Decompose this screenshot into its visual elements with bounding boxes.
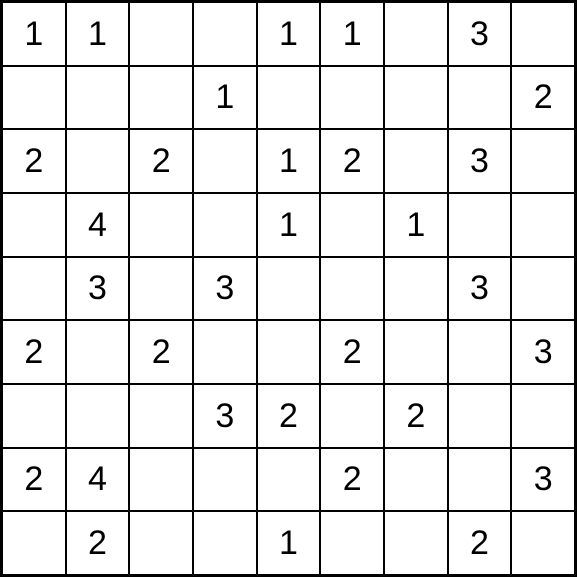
cell-r1-c0[interactable] — [2, 66, 66, 130]
cell-r3-c5[interactable] — [320, 193, 384, 257]
cell-r4-c1[interactable]: 3 — [66, 257, 130, 321]
cell-r8-c1[interactable]: 2 — [66, 511, 130, 575]
puzzle-grid: 1 1 1 1 3 1 2 2 2 1 2 3 4 1 1 3 3 3 2 2 … — [0, 0, 577, 577]
cell-r1-c1[interactable] — [66, 66, 130, 130]
cell-r2-c2[interactable]: 2 — [129, 129, 193, 193]
cell-r4-c0[interactable] — [2, 257, 66, 321]
cell-r0-c8[interactable] — [511, 2, 575, 66]
cell-r7-c3[interactable] — [193, 448, 257, 512]
cell-r4-c5[interactable] — [320, 257, 384, 321]
cell-r2-c0[interactable]: 2 — [2, 129, 66, 193]
cell-r4-c6[interactable] — [384, 257, 448, 321]
cell-r3-c6[interactable]: 1 — [384, 193, 448, 257]
cell-r6-c1[interactable] — [66, 384, 130, 448]
cell-r3-c0[interactable] — [2, 193, 66, 257]
cell-r0-c5[interactable]: 1 — [320, 2, 384, 66]
cell-r8-c2[interactable] — [129, 511, 193, 575]
cell-r8-c4[interactable]: 1 — [257, 511, 321, 575]
cell-r1-c4[interactable] — [257, 66, 321, 130]
cell-r2-c1[interactable] — [66, 129, 130, 193]
cell-r5-c5[interactable]: 2 — [320, 320, 384, 384]
cell-r7-c8[interactable]: 3 — [511, 448, 575, 512]
cell-r1-c2[interactable] — [129, 66, 193, 130]
cell-r6-c8[interactable] — [511, 384, 575, 448]
cell-r4-c7[interactable]: 3 — [448, 257, 512, 321]
cell-r4-c2[interactable] — [129, 257, 193, 321]
cell-r2-c5[interactable]: 2 — [320, 129, 384, 193]
cell-r5-c2[interactable]: 2 — [129, 320, 193, 384]
cell-r4-c3[interactable]: 3 — [193, 257, 257, 321]
cell-r7-c7[interactable] — [448, 448, 512, 512]
cell-r5-c3[interactable] — [193, 320, 257, 384]
cell-r6-c6[interactable]: 2 — [384, 384, 448, 448]
cell-r5-c0[interactable]: 2 — [2, 320, 66, 384]
cell-r3-c8[interactable] — [511, 193, 575, 257]
cell-r2-c3[interactable] — [193, 129, 257, 193]
cell-r5-c8[interactable]: 3 — [511, 320, 575, 384]
cell-r0-c2[interactable] — [129, 2, 193, 66]
cell-r1-c8[interactable]: 2 — [511, 66, 575, 130]
cell-r7-c4[interactable] — [257, 448, 321, 512]
cell-r6-c7[interactable] — [448, 384, 512, 448]
cell-r7-c5[interactable]: 2 — [320, 448, 384, 512]
cell-r3-c3[interactable] — [193, 193, 257, 257]
cell-r1-c7[interactable] — [448, 66, 512, 130]
cell-r3-c4[interactable]: 1 — [257, 193, 321, 257]
cell-r4-c4[interactable] — [257, 257, 321, 321]
cell-r3-c2[interactable] — [129, 193, 193, 257]
cell-r6-c2[interactable] — [129, 384, 193, 448]
cell-r5-c1[interactable] — [66, 320, 130, 384]
cell-r4-c8[interactable] — [511, 257, 575, 321]
cell-r0-c3[interactable] — [193, 2, 257, 66]
cell-r1-c3[interactable]: 1 — [193, 66, 257, 130]
cell-r0-c6[interactable] — [384, 2, 448, 66]
cell-r2-c8[interactable] — [511, 129, 575, 193]
cell-r6-c3[interactable]: 3 — [193, 384, 257, 448]
cell-r8-c6[interactable] — [384, 511, 448, 575]
cell-r0-c0[interactable]: 1 — [2, 2, 66, 66]
cell-r8-c0[interactable] — [2, 511, 66, 575]
cell-r7-c2[interactable] — [129, 448, 193, 512]
cell-r1-c5[interactable] — [320, 66, 384, 130]
cell-r7-c1[interactable]: 4 — [66, 448, 130, 512]
cell-r8-c8[interactable] — [511, 511, 575, 575]
cell-r3-c1[interactable]: 4 — [66, 193, 130, 257]
cell-r2-c7[interactable]: 3 — [448, 129, 512, 193]
cell-r2-c4[interactable]: 1 — [257, 129, 321, 193]
cell-r0-c1[interactable]: 1 — [66, 2, 130, 66]
cell-r5-c4[interactable] — [257, 320, 321, 384]
cell-r1-c6[interactable] — [384, 66, 448, 130]
cell-r6-c5[interactable] — [320, 384, 384, 448]
cell-r0-c7[interactable]: 3 — [448, 2, 512, 66]
cell-r8-c5[interactable] — [320, 511, 384, 575]
cell-r2-c6[interactable] — [384, 129, 448, 193]
cell-r6-c4[interactable]: 2 — [257, 384, 321, 448]
cell-r3-c7[interactable] — [448, 193, 512, 257]
cell-r8-c7[interactable]: 2 — [448, 511, 512, 575]
cell-r8-c3[interactable] — [193, 511, 257, 575]
cell-r0-c4[interactable]: 1 — [257, 2, 321, 66]
cell-r7-c6[interactable] — [384, 448, 448, 512]
cell-r5-c6[interactable] — [384, 320, 448, 384]
cell-r6-c0[interactable] — [2, 384, 66, 448]
cell-r7-c0[interactable]: 2 — [2, 448, 66, 512]
cell-r5-c7[interactable] — [448, 320, 512, 384]
